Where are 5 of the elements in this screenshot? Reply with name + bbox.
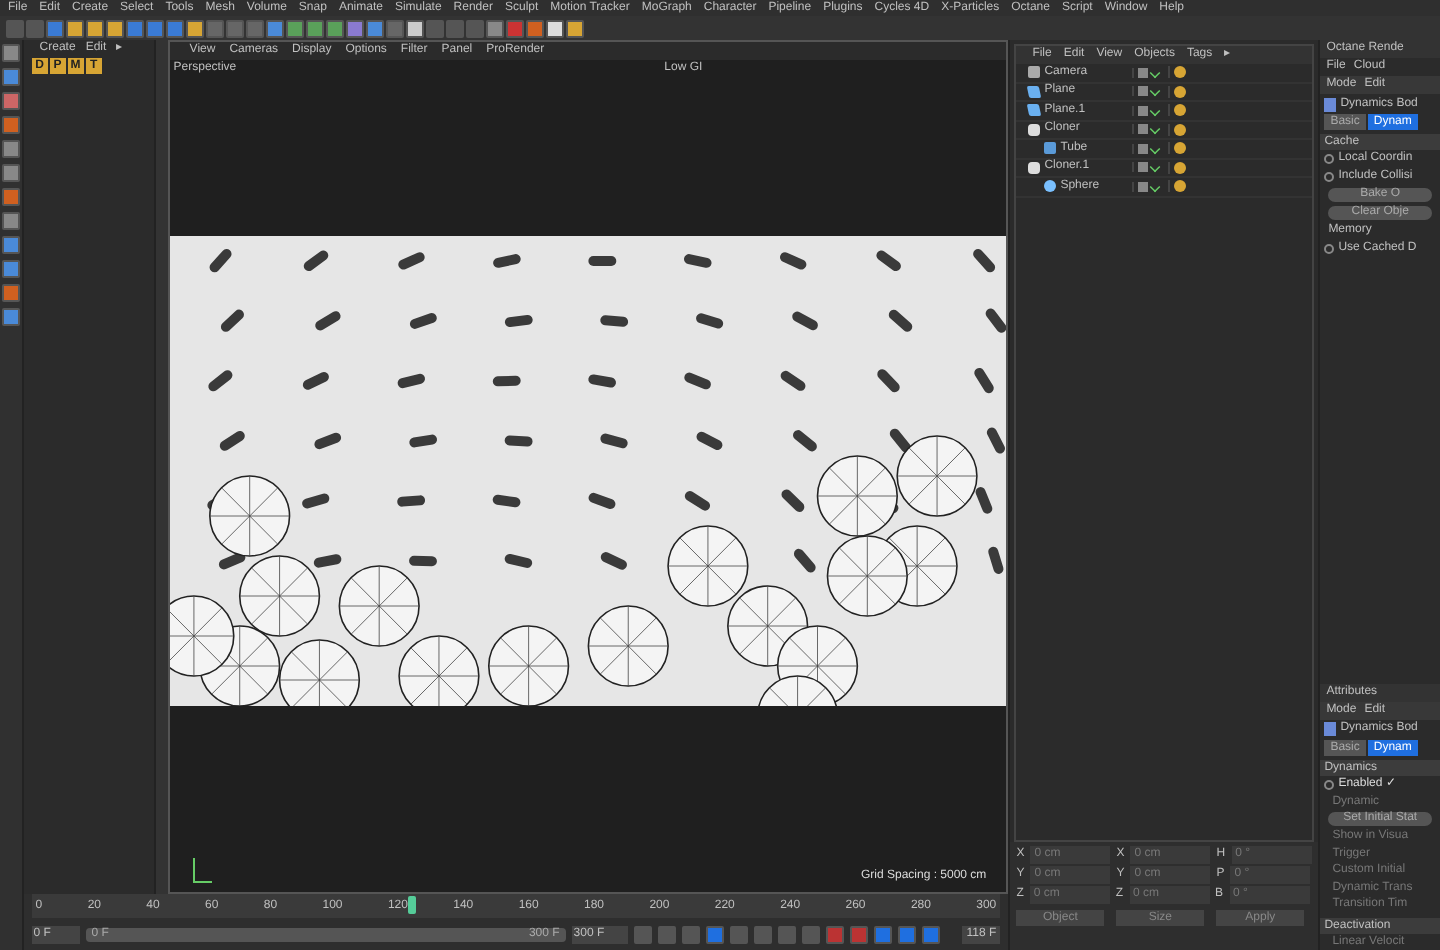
radio-icon[interactable] (1324, 779, 1335, 789)
radio-icon[interactable] (1324, 244, 1335, 254)
dynamics-tag-icon (1324, 97, 1337, 111)
dynamics-tag-icon (1324, 722, 1337, 736)
playhead[interactable] (408, 896, 417, 914)
